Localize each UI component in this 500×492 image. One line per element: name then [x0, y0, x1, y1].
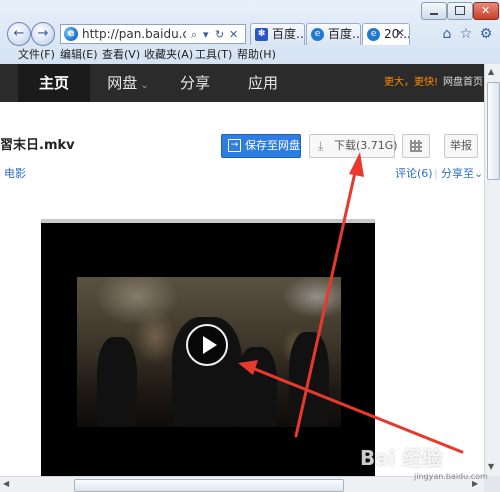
nav-netdisk-label: 网盘	[107, 74, 138, 92]
maximize-button[interactable]	[447, 2, 473, 20]
horizontal-scrollbar[interactable]: ◀ ▶	[0, 476, 484, 492]
save-arrow-icon: →	[228, 139, 241, 152]
menu-file[interactable]: 文件(F)	[18, 47, 55, 62]
report-button[interactable]: 举报	[444, 134, 478, 158]
chevron-down-icon: ⌄	[140, 80, 149, 91]
scroll-up-icon[interactable]: ▲	[488, 67, 494, 77]
video-player[interactable]	[41, 219, 375, 476]
minimize-button[interactable]	[421, 2, 447, 20]
site-top-nav: 主页 网盘 ⌄ 分享 应用 更大，更快! 网盘首页	[0, 64, 484, 102]
tab-close-icon[interactable]: ✕	[395, 26, 405, 41]
browser-chrome: ✕ ← → e http://pan.baidu.com/pclo ⌕ ▾ ↻ …	[0, 0, 500, 64]
maximize-icon	[455, 6, 465, 15]
qr-code-icon	[410, 140, 422, 152]
settings-gear-icon[interactable]: ⚙	[477, 25, 495, 43]
download-icon: ⤓	[318, 139, 324, 153]
tab-label: 百度...	[328, 27, 361, 41]
web-page: 主页 网盘 ⌄ 分享 应用 更大，更快! 网盘首页 習末日.mkv → 保存至网盘…	[0, 64, 484, 476]
tab-label: 百度...	[272, 27, 305, 41]
address-bar[interactable]: e http://pan.baidu.com/pclo ⌕ ▾ ↻ ✕	[60, 24, 246, 44]
download-button[interactable]: ⤓ 下载(3.71G)	[309, 134, 398, 158]
menu-tools[interactable]: 工具(T)	[195, 47, 232, 62]
save-button-label: 保存至网盘	[245, 139, 300, 152]
nav-home[interactable]: 主页	[18, 64, 90, 102]
nav-share[interactable]: 分享	[166, 64, 224, 102]
file-title: 習末日.mkv	[0, 138, 75, 153]
chevron-down-icon: ⌄	[474, 167, 484, 180]
close-window-button[interactable]: ✕	[473, 2, 499, 20]
tab-baidu-1[interactable]: ✽ 百度...	[250, 23, 305, 45]
nav-apps[interactable]: 应用	[234, 64, 292, 102]
minimize-icon	[430, 13, 438, 15]
search-icon[interactable]: ⌕	[191, 27, 197, 42]
refresh-icon[interactable]: ↻	[215, 27, 224, 42]
nav-netdisk[interactable]: 网盘 ⌄	[96, 64, 160, 102]
tab-active[interactable]: e 20... ✕	[362, 23, 410, 45]
download-button-label: 下载(3.71G)	[334, 139, 398, 152]
close-icon: ✕	[481, 4, 491, 17]
menu-favorites[interactable]: 收藏夹(A)	[144, 47, 193, 62]
baidu-jingyan-watermark: Bai 经验	[360, 446, 443, 470]
forward-button[interactable]: →	[31, 22, 55, 46]
favorites-star-icon[interactable]: ☆	[457, 25, 475, 43]
vertical-scrollbar[interactable]: ▲ ▼	[484, 64, 500, 476]
ie-page-icon: e	[311, 28, 324, 41]
address-url[interactable]: http://pan.baidu.com/pclo	[82, 27, 186, 42]
save-to-netdisk-button[interactable]: → 保存至网盘	[221, 134, 301, 158]
dropdown-icon[interactable]: ▾	[203, 27, 209, 42]
menu-help[interactable]: 帮助(H)	[237, 47, 276, 62]
stop-icon[interactable]: ✕	[229, 27, 238, 42]
share-to-label: 分享至	[441, 167, 474, 180]
scene-figure	[97, 337, 137, 427]
scroll-left-icon[interactable]: ◀	[3, 479, 9, 489]
scroll-down-icon[interactable]: ▼	[488, 462, 494, 472]
menu-edit[interactable]: 编辑(E)	[60, 47, 98, 62]
watermark-url: jingyan.baidu.com	[414, 472, 488, 481]
video-frame	[77, 277, 341, 427]
scene-figure	[237, 347, 277, 427]
category-link[interactable]: 电影	[4, 167, 26, 181]
tab-baidu-2[interactable]: e 百度...	[306, 23, 361, 45]
play-button[interactable]	[186, 324, 228, 366]
back-arrow-icon: ←	[13, 26, 25, 41]
ie-page-icon: e	[367, 28, 380, 41]
home-icon[interactable]: ⌂	[438, 25, 456, 43]
promo-link[interactable]: 更大，更快!	[384, 76, 438, 90]
qr-code-button[interactable]	[402, 134, 430, 158]
play-icon	[203, 336, 217, 354]
vertical-scroll-thumb[interactable]	[487, 82, 500, 180]
menu-bar: 文件(F) 编辑(E) 查看(V) 收藏夹(A) 工具(T) 帮助(H)	[0, 45, 500, 64]
back-button[interactable]: ←	[7, 22, 31, 46]
scene-figure	[289, 332, 329, 427]
netdisk-home-link[interactable]: 网盘首页	[443, 76, 483, 90]
baidu-paw-icon: ✽	[255, 28, 268, 41]
menu-view[interactable]: 查看(V)	[102, 47, 140, 62]
comments-link[interactable]: 评论(6)	[395, 167, 433, 181]
horizontal-scroll-thumb[interactable]	[74, 479, 344, 492]
forward-arrow-icon: →	[37, 26, 49, 41]
share-to-link[interactable]: 分享至⌄	[441, 167, 483, 181]
ie-icon: e	[64, 27, 78, 41]
separator: |	[434, 167, 438, 180]
